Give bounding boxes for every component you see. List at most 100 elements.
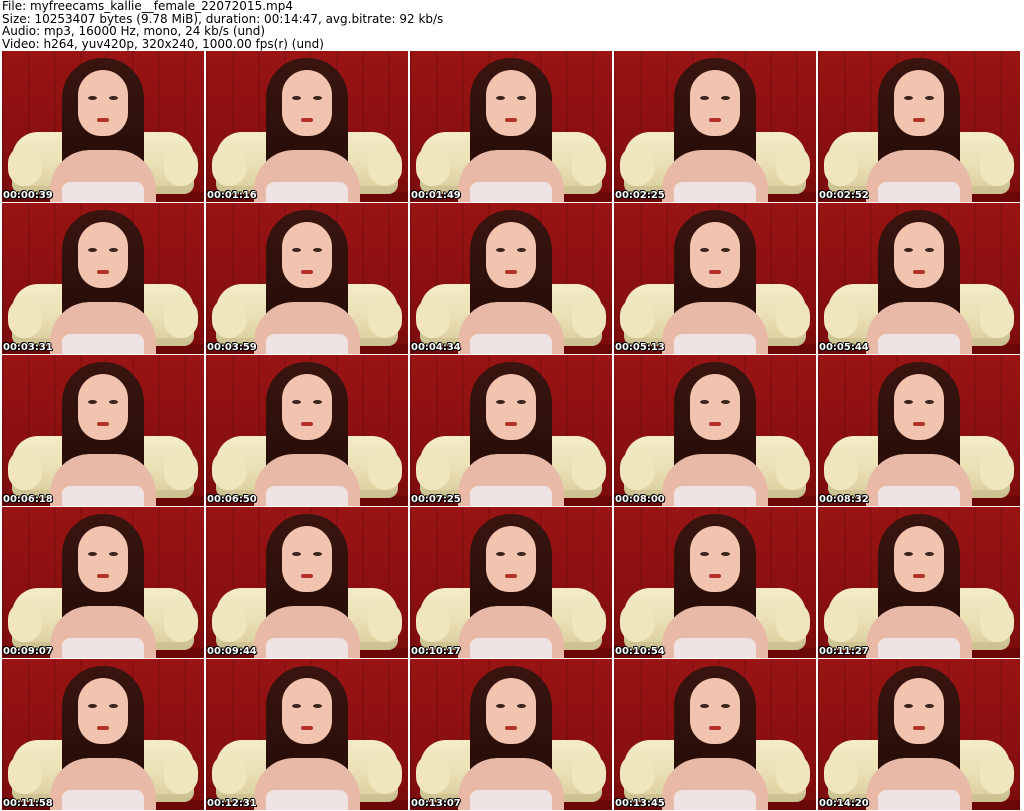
frame-timestamp: 00:02:25	[615, 190, 665, 201]
face	[894, 70, 944, 136]
frame-timestamp: 00:09:07	[3, 646, 53, 657]
face	[282, 374, 332, 440]
person-image	[844, 508, 994, 658]
video-frame-thumbnail: 00:00:39	[2, 51, 204, 202]
video-frame-thumbnail: 00:01:16	[206, 51, 408, 202]
person-image	[28, 52, 178, 202]
frame-timestamp: 00:07:25	[411, 494, 461, 505]
person-image	[232, 204, 382, 354]
frame-timestamp: 00:11:27	[819, 646, 869, 657]
video-frame-thumbnail: 00:09:44	[206, 507, 408, 658]
person-image	[640, 660, 790, 810]
person-image	[232, 660, 382, 810]
face	[78, 526, 128, 592]
frame-timestamp: 00:10:54	[615, 646, 665, 657]
person-image	[844, 204, 994, 354]
video-frame-thumbnail: 00:02:52	[818, 51, 1020, 202]
face	[690, 222, 740, 288]
face	[282, 526, 332, 592]
person-image	[844, 356, 994, 506]
video-frame-thumbnail: 00:10:17	[410, 507, 612, 658]
video-frame-thumbnail: 00:09:07	[2, 507, 204, 658]
frame-timestamp: 00:02:52	[819, 190, 869, 201]
video-frame-thumbnail: 00:11:27	[818, 507, 1020, 658]
thumbnail-grid: 00:00:39 00:01:16 00:01:49 00:02:25 00:02:52…	[2, 51, 1020, 810]
person-image	[436, 204, 586, 354]
person-image	[640, 356, 790, 506]
video-frame-thumbnail: 00:06:18	[2, 355, 204, 506]
video-frame-thumbnail: 00:08:32	[818, 355, 1020, 506]
face	[78, 222, 128, 288]
video-frame-thumbnail: 00:12:31	[206, 659, 408, 810]
person-image	[28, 204, 178, 354]
video-frame-thumbnail: 00:07:25	[410, 355, 612, 506]
person-image	[232, 52, 382, 202]
frame-timestamp: 00:09:44	[207, 646, 257, 657]
frame-timestamp: 00:05:13	[615, 342, 665, 353]
person-image	[28, 508, 178, 658]
frame-timestamp: 00:08:32	[819, 494, 869, 505]
face	[282, 70, 332, 136]
video-frame-thumbnail: 00:08:00	[614, 355, 816, 506]
frame-timestamp: 00:01:49	[411, 190, 461, 201]
face	[690, 70, 740, 136]
face	[690, 678, 740, 744]
person-image	[28, 356, 178, 506]
person-image	[436, 660, 586, 810]
file-name-line: File: myfreecams_kallie__female_22072015…	[2, 0, 293, 13]
frame-timestamp: 00:14:20	[819, 798, 869, 809]
frame-timestamp: 00:13:07	[411, 798, 461, 809]
frame-timestamp: 00:11:58	[3, 798, 53, 809]
video-frame-thumbnail: 00:11:58	[2, 659, 204, 810]
frame-timestamp: 00:13:45	[615, 798, 665, 809]
face	[690, 374, 740, 440]
person-image	[232, 508, 382, 658]
person-image	[640, 52, 790, 202]
frame-timestamp: 00:00:39	[3, 190, 53, 201]
frame-timestamp: 00:12:31	[207, 798, 257, 809]
person-image	[844, 660, 994, 810]
file-info-header: File: myfreecams_kallie__female_22072015…	[2, 0, 1022, 50]
face	[282, 222, 332, 288]
video-frame-thumbnail: 00:05:44	[818, 203, 1020, 354]
person-image	[844, 52, 994, 202]
video-frame-thumbnail: 00:13:45	[614, 659, 816, 810]
frame-timestamp: 00:01:16	[207, 190, 257, 201]
frame-timestamp: 00:05:44	[819, 342, 869, 353]
frame-timestamp: 00:04:34	[411, 342, 461, 353]
frame-timestamp: 00:06:18	[3, 494, 53, 505]
frame-timestamp: 00:06:50	[207, 494, 257, 505]
face	[486, 678, 536, 744]
person-image	[232, 356, 382, 506]
person-image	[436, 356, 586, 506]
face	[78, 70, 128, 136]
frame-timestamp: 00:03:59	[207, 342, 257, 353]
video-frame-thumbnail: 00:05:13	[614, 203, 816, 354]
video-frame-thumbnail: 00:02:25	[614, 51, 816, 202]
person-image	[436, 52, 586, 202]
face	[78, 374, 128, 440]
face	[486, 70, 536, 136]
video-frame-thumbnail: 00:10:54	[614, 507, 816, 658]
frame-timestamp: 00:08:00	[615, 494, 665, 505]
person-image	[436, 508, 586, 658]
video-frame-thumbnail: 00:14:20	[818, 659, 1020, 810]
face	[486, 526, 536, 592]
video-frame-thumbnail: 00:01:49	[410, 51, 612, 202]
video-frame-thumbnail: 00:03:31	[2, 203, 204, 354]
person-image	[640, 508, 790, 658]
video-frame-thumbnail: 00:04:34	[410, 203, 612, 354]
video-info-line: Video: h264, yuv420p, 320x240, 1000.00 f…	[2, 36, 324, 51]
audio-info-line: Audio: mp3, 16000 Hz, mono, 24 kb/s (und…	[2, 24, 266, 39]
video-frame-thumbnail: 00:03:59	[206, 203, 408, 354]
face	[894, 678, 944, 744]
video-frame-thumbnail: 00:06:50	[206, 355, 408, 506]
face	[894, 374, 944, 440]
face	[78, 678, 128, 744]
face	[486, 222, 536, 288]
person-image	[640, 204, 790, 354]
frame-timestamp: 00:10:17	[411, 646, 461, 657]
face	[282, 678, 332, 744]
video-frame-thumbnail: 00:13:07	[410, 659, 612, 810]
face	[690, 526, 740, 592]
